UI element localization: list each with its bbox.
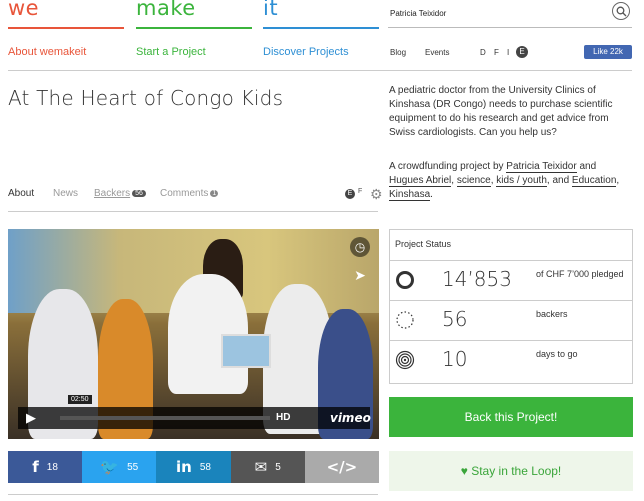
page-title: At The Heart of Congo Kids bbox=[8, 86, 284, 110]
location-link[interactable]: Kinshasa bbox=[389, 189, 431, 201]
nav-about-wemakeit[interactable]: About wemakeit bbox=[8, 46, 86, 58]
brand-we[interactable]: we bbox=[8, 0, 39, 20]
tab-backers-label: Backers bbox=[94, 188, 131, 199]
brand-make-underline bbox=[136, 27, 252, 29]
tabs-divider bbox=[8, 211, 378, 212]
user-name[interactable]: Patricia Teixidor bbox=[390, 9, 446, 18]
days-label: days to go bbox=[536, 349, 578, 359]
video-player[interactable]: ◷ ➤ ▶ 02:50 HD vimeo bbox=[8, 229, 379, 439]
tab-comments-label: Comments bbox=[160, 188, 209, 199]
project-byline: A crowdfunding project by Patricia Teixi… bbox=[389, 161, 620, 201]
status-days-row: 10 days to go bbox=[390, 340, 632, 380]
user-divider bbox=[388, 27, 632, 28]
content-lang-e[interactable]: E bbox=[345, 189, 355, 199]
hd-toggle[interactable]: HD bbox=[276, 412, 290, 423]
stay-in-loop-button[interactable]: ♥ Stay in the Loop! bbox=[389, 451, 633, 491]
backers-dots-icon bbox=[396, 311, 414, 329]
days-left: 10 bbox=[442, 347, 468, 371]
target-icon bbox=[395, 350, 415, 370]
gear-icon[interactable]: ⚙ bbox=[370, 186, 383, 203]
lang-e[interactable]: E bbox=[516, 46, 528, 58]
backers-count: 56 bbox=[442, 307, 468, 331]
funded-ring-icon bbox=[396, 271, 414, 289]
tab-news[interactable]: News bbox=[53, 188, 78, 199]
video-duration: 02:50 bbox=[68, 395, 92, 404]
project-description: A pediatric doctor from the University C… bbox=[389, 85, 613, 138]
video-tablet bbox=[221, 334, 271, 368]
site-header: we make it About wemakeit Start a Projec… bbox=[0, 0, 644, 70]
nav-blog[interactable]: Blog bbox=[390, 48, 406, 57]
category-link[interactable]: kids / youth bbox=[496, 175, 547, 187]
project-tabs: About News Backers 56 Comments 1 E F ⚙ bbox=[8, 186, 383, 202]
play-icon[interactable]: ▶ bbox=[26, 410, 36, 426]
author-link[interactable]: Hugues Abriel bbox=[389, 175, 452, 187]
backers-count-badge: 56 bbox=[132, 190, 146, 197]
brand-it-underline bbox=[263, 27, 379, 29]
tab-backers[interactable]: Backers 56 bbox=[94, 188, 146, 199]
comments-count-badge: 1 bbox=[210, 190, 219, 197]
vimeo-logo[interactable]: vimeo bbox=[330, 411, 371, 425]
back-project-button[interactable]: Back this Project! bbox=[389, 397, 633, 437]
nav-events[interactable]: Events bbox=[425, 48, 449, 57]
brand-it[interactable]: it bbox=[263, 0, 278, 20]
email-share-count: 5 bbox=[275, 461, 281, 473]
embed-button[interactable]: </> bbox=[304, 451, 380, 483]
status-backers-row: 56 backers bbox=[390, 300, 632, 340]
content-lang-f[interactable]: F bbox=[358, 188, 362, 195]
byline-prefix: A crowdfunding project by bbox=[389, 161, 507, 172]
linkedin-icon: in bbox=[176, 458, 192, 476]
mail-icon: ✉ bbox=[254, 458, 268, 476]
linkedin-share-count: 58 bbox=[199, 461, 211, 473]
project-status-panel: Project Status 14’853 of CHF 7’000 pledg… bbox=[389, 229, 633, 384]
facebook-share-count: 18 bbox=[46, 461, 58, 473]
category-link[interactable]: Education bbox=[571, 175, 617, 187]
search-icon bbox=[616, 6, 627, 17]
brand-make[interactable]: make bbox=[136, 0, 196, 20]
lang-d[interactable]: D bbox=[480, 48, 486, 57]
twitter-icon: 🐦 bbox=[100, 458, 120, 476]
facebook-like-label: Like 22k bbox=[593, 47, 623, 56]
nav-discover-projects[interactable]: Discover Projects bbox=[263, 46, 349, 58]
byline-and: and bbox=[576, 161, 597, 172]
facebook-share-button[interactable]: f 18 bbox=[8, 451, 83, 483]
watch-later-icon[interactable]: ◷ bbox=[350, 237, 370, 257]
header-divider bbox=[8, 70, 632, 71]
share-bar: f 18 🐦 55 in 58 ✉ 5 </> bbox=[8, 451, 380, 483]
twitter-share-button[interactable]: 🐦 55 bbox=[82, 451, 157, 483]
tab-about[interactable]: About bbox=[8, 188, 34, 199]
tab-comments[interactable]: Comments 1 bbox=[160, 188, 219, 199]
video-progress-track[interactable] bbox=[60, 416, 270, 420]
stay-in-loop-label: Stay in the Loop! bbox=[471, 464, 562, 478]
share-icon[interactable]: ➤ bbox=[350, 265, 370, 285]
pledged-label: of CHF 7’000 pledged bbox=[536, 269, 624, 279]
search-button[interactable] bbox=[612, 2, 630, 20]
share-divider bbox=[8, 494, 378, 495]
heart-icon: ♥ bbox=[460, 464, 468, 478]
status-heading: Project Status bbox=[395, 239, 452, 249]
status-pledged-row: 14’853 of CHF 7’000 pledged bbox=[390, 260, 632, 300]
category-link[interactable]: science bbox=[456, 175, 491, 187]
email-share-button[interactable]: ✉ 5 bbox=[230, 451, 305, 483]
author-link[interactable]: Patricia Teixidor bbox=[506, 161, 577, 173]
linkedin-share-button[interactable]: in 58 bbox=[156, 451, 231, 483]
facebook-like-button[interactable]: Like 22k bbox=[584, 45, 632, 59]
video-controls: ▶ 02:50 HD vimeo bbox=[18, 395, 371, 429]
twitter-share-count: 55 bbox=[127, 461, 139, 473]
embed-icon: </> bbox=[326, 458, 358, 476]
brand-we-underline bbox=[8, 27, 124, 29]
facebook-icon: f bbox=[32, 458, 39, 476]
nav-start-project[interactable]: Start a Project bbox=[136, 46, 206, 58]
lang-f[interactable]: F bbox=[494, 48, 499, 57]
pledged-amount: 14’853 bbox=[442, 267, 512, 291]
lang-i[interactable]: I bbox=[507, 48, 509, 57]
backers-label: backers bbox=[536, 309, 568, 319]
